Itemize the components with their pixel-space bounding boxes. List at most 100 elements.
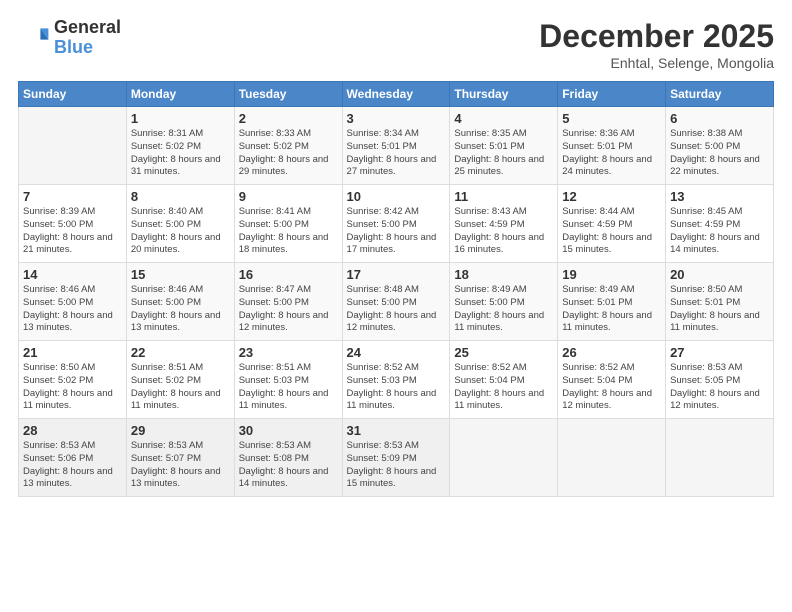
day-info: Sunrise: 8:34 AMSunset: 5:01 PMDaylight:…	[347, 128, 446, 179]
calendar-cell: 15 Sunrise: 8:46 AMSunset: 5:00 PMDayligh…	[126, 263, 234, 341]
day-number: 28	[23, 423, 122, 438]
day-info: Sunrise: 8:47 AMSunset: 5:00 PMDaylight:…	[239, 284, 338, 335]
day-info: Sunrise: 8:44 AMSunset: 4:59 PMDaylight:…	[562, 206, 661, 257]
calendar-cell: 19 Sunrise: 8:49 AMSunset: 5:01 PMDayligh…	[558, 263, 666, 341]
header: General Blue December 2025 Enhtal, Selen…	[18, 18, 774, 71]
month-title: December 2025	[539, 18, 774, 55]
day-info: Sunrise: 8:31 AMSunset: 5:02 PMDaylight:…	[131, 128, 230, 179]
calendar-cell: 14 Sunrise: 8:46 AMSunset: 5:00 PMDayligh…	[19, 263, 127, 341]
day-info: Sunrise: 8:33 AMSunset: 5:02 PMDaylight:…	[239, 128, 338, 179]
weekday-header: Thursday	[450, 82, 558, 107]
day-number: 20	[670, 267, 769, 282]
calendar-cell: 27 Sunrise: 8:53 AMSunset: 5:05 PMDayligh…	[666, 341, 774, 419]
day-number: 17	[347, 267, 446, 282]
day-info: Sunrise: 8:53 AMSunset: 5:05 PMDaylight:…	[670, 362, 769, 413]
calendar-cell	[19, 107, 127, 185]
day-number: 10	[347, 189, 446, 204]
day-number: 11	[454, 189, 553, 204]
calendar-cell	[450, 419, 558, 497]
day-number: 31	[347, 423, 446, 438]
calendar-cell: 11 Sunrise: 8:43 AMSunset: 4:59 PMDayligh…	[450, 185, 558, 263]
weekday-header: Saturday	[666, 82, 774, 107]
day-info: Sunrise: 8:46 AMSunset: 5:00 PMDaylight:…	[23, 284, 122, 335]
calendar-table: SundayMondayTuesdayWednesdayThursdayFrid…	[18, 81, 774, 497]
calendar-cell: 2 Sunrise: 8:33 AMSunset: 5:02 PMDaylight…	[234, 107, 342, 185]
calendar-cell: 24Sunrise: 8:52 AMSunset: 5:03 PMDayligh…	[342, 341, 450, 419]
calendar-cell: 16 Sunrise: 8:47 AMSunset: 5:00 PMDayligh…	[234, 263, 342, 341]
logo: General Blue	[18, 18, 121, 58]
day-number: 16	[239, 267, 338, 282]
day-info: Sunrise: 8:52 AMSunset: 5:03 PMDaylight:…	[347, 362, 446, 413]
day-info: Sunrise: 8:53 AMSunset: 5:06 PMDaylight:…	[23, 440, 122, 491]
day-info: Sunrise: 8:49 AMSunset: 5:00 PMDaylight:…	[454, 284, 553, 335]
calendar-week-row: 28 Sunrise: 8:53 AMSunset: 5:06 PMDayligh…	[19, 419, 774, 497]
day-number: 1	[131, 111, 230, 126]
day-info: Sunrise: 8:52 AMSunset: 5:04 PMDaylight:…	[562, 362, 661, 413]
day-number: 27	[670, 345, 769, 360]
logo-general: General	[54, 18, 121, 38]
day-info: Sunrise: 8:50 AMSunset: 5:02 PMDaylight:…	[23, 362, 122, 413]
day-number: 12	[562, 189, 661, 204]
day-number: 25	[454, 345, 553, 360]
day-info: Sunrise: 8:48 AMSunset: 5:00 PMDaylight:…	[347, 284, 446, 335]
title-block: December 2025 Enhtal, Selenge, Mongolia	[539, 18, 774, 71]
day-number: 22	[131, 345, 230, 360]
calendar-week-row: 14 Sunrise: 8:46 AMSunset: 5:00 PMDayligh…	[19, 263, 774, 341]
weekday-row: SundayMondayTuesdayWednesdayThursdayFrid…	[19, 82, 774, 107]
calendar-body: 1 Sunrise: 8:31 AMSunset: 5:02 PMDaylight…	[19, 107, 774, 497]
day-number: 15	[131, 267, 230, 282]
day-info: Sunrise: 8:49 AMSunset: 5:01 PMDaylight:…	[562, 284, 661, 335]
day-info: Sunrise: 8:51 AMSunset: 5:02 PMDaylight:…	[131, 362, 230, 413]
day-info: Sunrise: 8:39 AMSunset: 5:00 PMDaylight:…	[23, 206, 122, 257]
logo-icon	[18, 22, 50, 54]
day-number: 9	[239, 189, 338, 204]
calendar-cell: 7Sunrise: 8:39 AMSunset: 5:00 PMDaylight…	[19, 185, 127, 263]
day-info: Sunrise: 8:53 AMSunset: 5:07 PMDaylight:…	[131, 440, 230, 491]
calendar-week-row: 21 Sunrise: 8:50 AMSunset: 5:02 PMDayligh…	[19, 341, 774, 419]
calendar-cell: 31 Sunrise: 8:53 AMSunset: 5:09 PMDayligh…	[342, 419, 450, 497]
day-number: 30	[239, 423, 338, 438]
calendar-week-row: 1 Sunrise: 8:31 AMSunset: 5:02 PMDaylight…	[19, 107, 774, 185]
day-info: Sunrise: 8:52 AMSunset: 5:04 PMDaylight:…	[454, 362, 553, 413]
day-number: 21	[23, 345, 122, 360]
day-info: Sunrise: 8:53 AMSunset: 5:09 PMDaylight:…	[347, 440, 446, 491]
day-info: Sunrise: 8:43 AMSunset: 4:59 PMDaylight:…	[454, 206, 553, 257]
calendar-cell: 13Sunrise: 8:45 AMSunset: 4:59 PMDayligh…	[666, 185, 774, 263]
calendar-cell	[558, 419, 666, 497]
day-info: Sunrise: 8:51 AMSunset: 5:03 PMDaylight:…	[239, 362, 338, 413]
weekday-header: Sunday	[19, 82, 127, 107]
calendar-cell: 20 Sunrise: 8:50 AMSunset: 5:01 PMDayligh…	[666, 263, 774, 341]
day-number: 14	[23, 267, 122, 282]
logo-text: General Blue	[54, 18, 121, 58]
calendar-cell: 29Sunrise: 8:53 AMSunset: 5:07 PMDayligh…	[126, 419, 234, 497]
calendar-week-row: 7Sunrise: 8:39 AMSunset: 5:00 PMDaylight…	[19, 185, 774, 263]
calendar-cell: 21 Sunrise: 8:50 AMSunset: 5:02 PMDayligh…	[19, 341, 127, 419]
day-info: Sunrise: 8:46 AMSunset: 5:00 PMDaylight:…	[131, 284, 230, 335]
calendar-cell: 6 Sunrise: 8:38 AMSunset: 5:00 PMDaylight…	[666, 107, 774, 185]
day-info: Sunrise: 8:41 AMSunset: 5:00 PMDaylight:…	[239, 206, 338, 257]
calendar-cell: 23Sunrise: 8:51 AMSunset: 5:03 PMDayligh…	[234, 341, 342, 419]
calendar-cell: 26 Sunrise: 8:52 AMSunset: 5:04 PMDayligh…	[558, 341, 666, 419]
calendar-header: SundayMondayTuesdayWednesdayThursdayFrid…	[19, 82, 774, 107]
calendar-cell: 22 Sunrise: 8:51 AMSunset: 5:02 PMDayligh…	[126, 341, 234, 419]
day-number: 19	[562, 267, 661, 282]
location: Enhtal, Selenge, Mongolia	[539, 55, 774, 71]
day-number: 18	[454, 267, 553, 282]
day-info: Sunrise: 8:50 AMSunset: 5:01 PMDaylight:…	[670, 284, 769, 335]
day-info: Sunrise: 8:38 AMSunset: 5:00 PMDaylight:…	[670, 128, 769, 179]
day-info: Sunrise: 8:40 AMSunset: 5:00 PMDaylight:…	[131, 206, 230, 257]
calendar-cell: 30Sunrise: 8:53 AMSunset: 5:08 PMDayligh…	[234, 419, 342, 497]
day-number: 26	[562, 345, 661, 360]
day-info: Sunrise: 8:35 AMSunset: 5:01 PMDaylight:…	[454, 128, 553, 179]
calendar-cell: 3Sunrise: 8:34 AMSunset: 5:01 PMDaylight…	[342, 107, 450, 185]
day-number: 6	[670, 111, 769, 126]
calendar-cell: 12 Sunrise: 8:44 AMSunset: 4:59 PMDayligh…	[558, 185, 666, 263]
calendar-cell: 25 Sunrise: 8:52 AMSunset: 5:04 PMDayligh…	[450, 341, 558, 419]
calendar-cell: 4Sunrise: 8:35 AMSunset: 5:01 PMDaylight…	[450, 107, 558, 185]
day-number: 2	[239, 111, 338, 126]
calendar-cell: 18 Sunrise: 8:49 AMSunset: 5:00 PMDayligh…	[450, 263, 558, 341]
calendar-cell: 10Sunrise: 8:42 AMSunset: 5:00 PMDayligh…	[342, 185, 450, 263]
calendar-cell: 1 Sunrise: 8:31 AMSunset: 5:02 PMDaylight…	[126, 107, 234, 185]
weekday-header: Monday	[126, 82, 234, 107]
weekday-header: Tuesday	[234, 82, 342, 107]
